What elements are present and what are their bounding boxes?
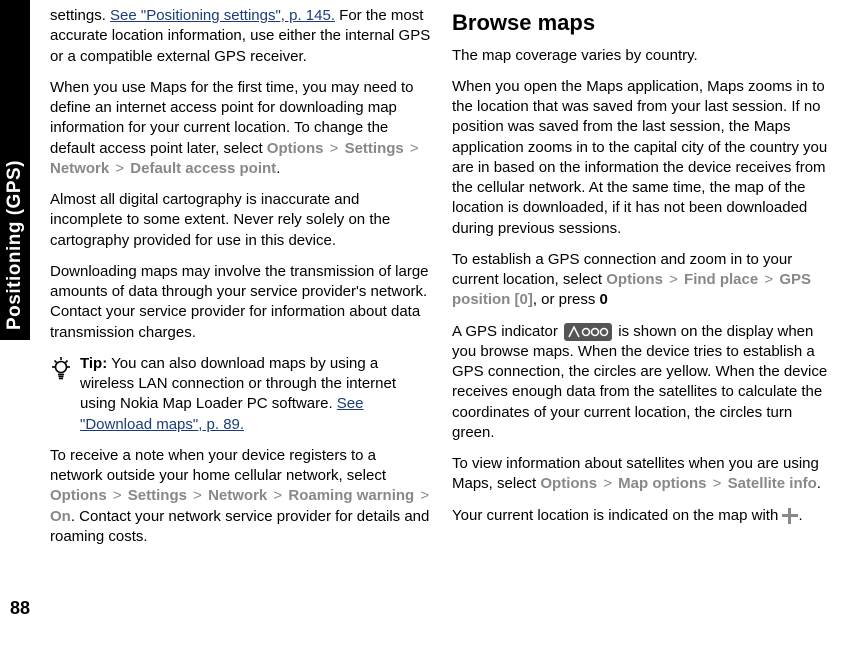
menu-path-item: Roaming warning: [288, 487, 414, 504]
text: A GPS indicator: [452, 323, 562, 340]
menu-path-item: Default access point: [130, 160, 276, 177]
section-tab-label: Positioning (GPS): [2, 160, 28, 330]
text: Your current location is indicated on th…: [452, 507, 782, 524]
menu-path-item: Settings: [345, 140, 404, 157]
menu-path-item: Options: [50, 487, 107, 504]
paragraph: When you open the Maps application, Maps…: [452, 77, 834, 239]
caret-icon: >: [187, 487, 208, 504]
paragraph: Your current location is indicated on th…: [452, 506, 834, 526]
menu-path-item: Find place: [684, 271, 758, 288]
section-heading: Browse maps: [452, 8, 834, 38]
page-content: settings. See "Positioning settings", p.…: [0, 0, 859, 558]
text: is shown on the display when you browse …: [452, 323, 827, 441]
tip-label: Tip:: [80, 355, 107, 372]
page-number: 88: [10, 596, 30, 620]
caret-icon: >: [758, 271, 779, 288]
text: .: [798, 507, 802, 524]
menu-path-item: Settings: [128, 487, 187, 504]
menu-path-item: Map options: [618, 475, 706, 492]
menu-path-item: On: [50, 508, 71, 525]
paragraph: Downloading maps may involve the transmi…: [50, 262, 432, 343]
caret-icon: >: [663, 271, 684, 288]
menu-path-item: Options: [606, 271, 663, 288]
menu-path-item: Options: [540, 475, 597, 492]
text: . Contact your network service provider …: [50, 508, 429, 545]
paragraph: To view information about satellites whe…: [452, 454, 834, 495]
caret-icon: >: [107, 487, 128, 504]
menu-path-item: Satellite info: [728, 475, 817, 492]
paragraph: A GPS indicator is shown on the display …: [452, 322, 834, 444]
caret-icon: >: [267, 487, 288, 504]
text: .: [276, 160, 280, 177]
section-tab: Positioning (GPS): [0, 0, 30, 340]
tip-text: Tip: You can also download maps by using…: [80, 354, 432, 435]
tip-block: Tip: You can also download maps by using…: [50, 354, 432, 435]
paragraph: To receive a note when your device regis…: [50, 446, 432, 547]
paragraph: Almost all digital cartography is inaccu…: [50, 190, 432, 251]
link-positioning-settings[interactable]: See "Positioning settings", p. 145.: [110, 7, 335, 24]
menu-path-item: Network: [208, 487, 267, 504]
paragraph: To establish a GPS connection and zoom i…: [452, 250, 834, 311]
caret-icon: >: [706, 475, 727, 492]
text: , or press: [533, 291, 600, 308]
left-column: settings. See "Positioning settings", p.…: [50, 6, 432, 558]
text: To receive a note when your device regis…: [50, 447, 386, 484]
caret-icon: >: [414, 487, 431, 504]
menu-path-item: Network: [50, 160, 109, 177]
paragraph: settings. See "Positioning settings", p.…: [50, 6, 432, 67]
caret-icon: >: [597, 475, 618, 492]
gps-indicator-icon: [564, 323, 612, 341]
paragraph: The map coverage varies by country.: [452, 46, 834, 66]
location-marker-icon: [782, 508, 798, 524]
menu-path-item: Options: [267, 140, 324, 157]
text: settings.: [50, 7, 110, 24]
lightbulb-icon: [50, 356, 72, 386]
paragraph: When you use Maps for the first time, yo…: [50, 78, 432, 179]
caret-icon: >: [109, 160, 130, 177]
caret-icon: >: [323, 140, 344, 157]
right-column: Browse maps The map coverage varies by c…: [452, 6, 834, 558]
text: .: [817, 475, 821, 492]
key-zero: 0: [600, 291, 608, 308]
caret-icon: >: [404, 140, 421, 157]
